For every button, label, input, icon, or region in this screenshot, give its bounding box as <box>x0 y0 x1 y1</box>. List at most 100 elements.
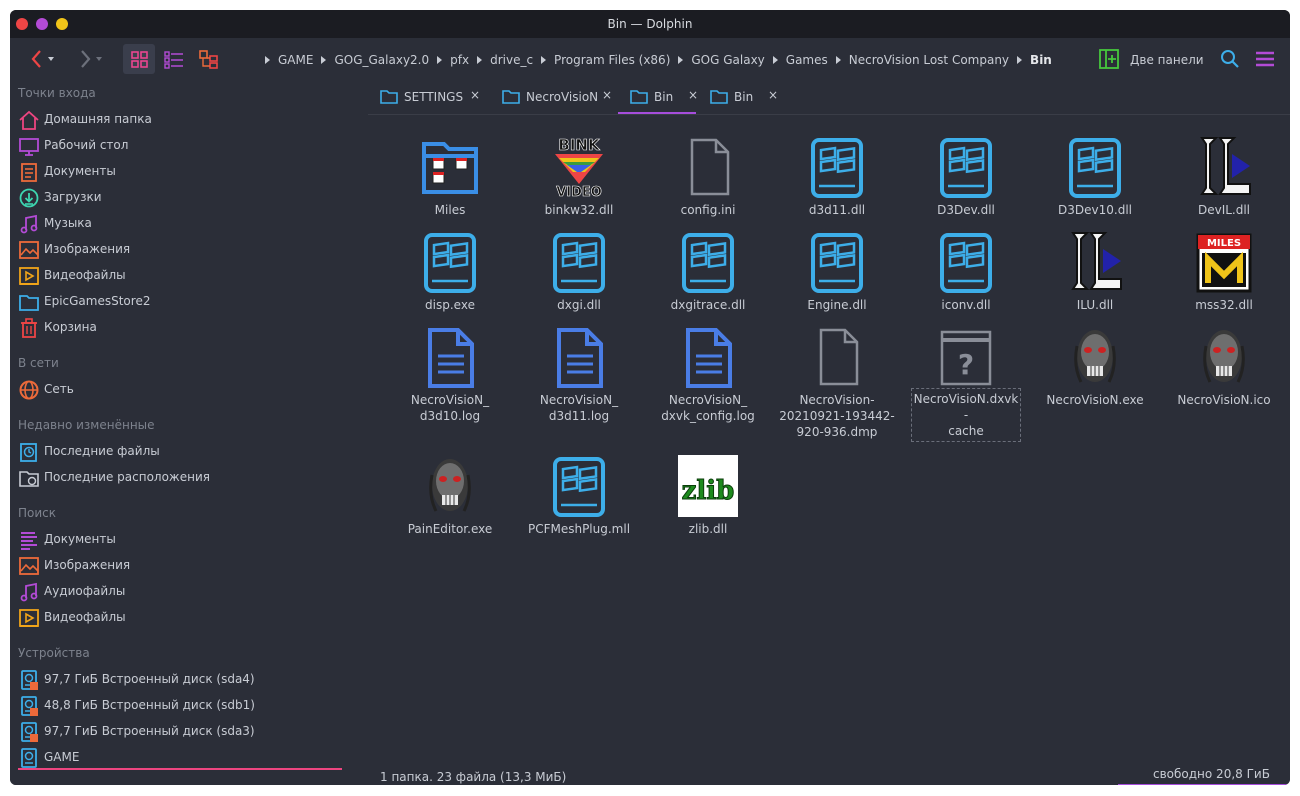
sidebar-item-places[interactable]: Рабочий стол <box>18 134 358 158</box>
tab-close-icon[interactable]: × <box>688 88 698 102</box>
breadcrumb-separator-icon[interactable] <box>437 55 443 64</box>
tab-label: NecroVisioN <box>526 90 599 104</box>
folder-icon <box>19 295 39 311</box>
unknown-file-icon: ? <box>940 330 992 386</box>
folder-icon <box>502 90 520 104</box>
split-view-icon[interactable] <box>1098 48 1120 70</box>
sidebar-item-search[interactable]: Изображения <box>18 554 358 578</box>
file-item[interactable]: NecroVisioN.exe <box>1035 316 1155 434</box>
hamburger-menu-icon[interactable] <box>1255 50 1275 68</box>
folder-icon <box>380 90 398 104</box>
search-icon[interactable] <box>1220 49 1240 69</box>
sidebar-item-devices[interactable]: 97,7 ГиБ Встроенный диск (sda4) <box>18 668 358 692</box>
file-name: mss32.dll <box>1195 298 1253 312</box>
sidebar-item-devices[interactable]: 48,8 ГиБ Встроенный диск (sdb1) <box>18 694 358 718</box>
details-view-button[interactable] <box>158 44 190 74</box>
breadcrumb-item[interactable]: NecroVision Lost Company <box>849 53 1009 67</box>
sidebar-item-places[interactable]: Изображения <box>18 238 358 262</box>
sidebar-item-places[interactable]: EpicGamesStore2 <box>18 290 358 314</box>
tab-bar: SETTINGS × NecroVisioN × Bin × Bin × <box>368 80 1290 115</box>
tab-close-icon[interactable]: × <box>470 88 480 102</box>
harddisk-icon <box>21 722 38 742</box>
file-item[interactable]: NecroVision- 20210921-193442- 920-936.dmp <box>777 316 897 439</box>
sidebar-item-recent[interactable]: Последние файлы <box>18 440 358 464</box>
breadcrumb-separator-icon[interactable] <box>772 55 778 64</box>
sidebar-item-search[interactable]: Аудиофайлы <box>18 580 358 604</box>
breadcrumb-separator-icon[interactable] <box>477 55 483 64</box>
sidebar-item-places[interactable]: Загрузки <box>18 186 358 210</box>
sidebar-item-search[interactable]: Видеофайлы <box>18 606 358 630</box>
breadcrumb-separator-icon[interactable] <box>321 55 327 64</box>
tab-inactive[interactable]: SETTINGS × <box>380 88 482 112</box>
tab-label: Bin <box>734 90 754 104</box>
file-item[interactable]: zlib zlib.dll <box>648 445 768 563</box>
breadcrumb-separator-icon[interactable] <box>678 55 684 64</box>
sidebar-item-devices[interactable]: GAME <box>18 746 358 770</box>
svg-text:MILES: MILES <box>1207 238 1241 249</box>
sidebar-item-label: Рабочий стол <box>44 138 129 152</box>
section-title-recent: Недавно изменённые <box>18 418 155 432</box>
sidebar-item-label: Видеофайлы <box>44 268 126 282</box>
breadcrumb-item[interactable]: GAME <box>278 53 313 67</box>
breadcrumb-item[interactable]: Games <box>786 53 828 67</box>
split-button-label[interactable]: Две панели <box>1130 53 1204 67</box>
icons-view-button[interactable] <box>123 44 155 74</box>
file-name: NecroVisioN.exe <box>1046 393 1144 407</box>
win-file-icon <box>553 457 605 517</box>
bink-file-icon: BINK VIDEO <box>555 136 603 198</box>
breadcrumb-item[interactable]: drive_c <box>490 53 533 67</box>
sidebar-item-devices[interactable]: 97,7 ГиБ Встроенный диск (sda3) <box>18 720 358 744</box>
breadcrumb-separator-icon[interactable] <box>835 55 841 64</box>
file-item[interactable]: PainEditor.exe <box>390 445 510 563</box>
breadcrumb-separator-icon[interactable] <box>541 55 547 64</box>
folder-file-icon <box>422 142 478 194</box>
sidebar-item-places[interactable]: Корзина <box>18 316 358 340</box>
win-file-icon <box>1069 138 1121 198</box>
tab-active[interactable]: Bin × <box>630 88 700 112</box>
file-item[interactable]: NecroVisioN_ dxvk_config.log <box>648 316 768 434</box>
file-item[interactable]: NecroVisioN_ d3d11.log <box>519 316 639 434</box>
sidebar-item-label: Последние файлы <box>44 444 160 458</box>
back-button[interactable] <box>24 44 56 74</box>
places-panel: Точки входа В сети Недавно изменённые По… <box>10 80 365 785</box>
downloads-icon <box>19 188 39 208</box>
recent-files-icon <box>20 443 37 462</box>
tree-view-icon <box>199 50 218 69</box>
file-name: NecroVisioN_ d3d10.log <box>410 393 490 423</box>
win-file-icon <box>940 138 992 198</box>
file-name: zlib.dll <box>688 522 728 536</box>
sidebar-item-places[interactable]: Музыка <box>18 212 358 236</box>
sidebar-item-label: Корзина <box>44 320 97 334</box>
window-title: Bin — Dolphin <box>607 17 693 31</box>
file-name: config.ini <box>680 203 736 217</box>
skull-file-icon <box>1074 330 1116 383</box>
tab-close-icon[interactable]: × <box>602 88 612 102</box>
breadcrumb-item[interactable]: Bin <box>1030 53 1052 67</box>
breadcrumb-item[interactable]: pfx <box>450 53 469 67</box>
forward-button[interactable] <box>74 44 106 74</box>
breadcrumb-item[interactable]: Program Files (x86) <box>554 53 670 67</box>
svg-text:zlib: zlib <box>682 476 735 506</box>
breadcrumb-separator-icon[interactable] <box>1017 55 1023 64</box>
breadcrumb-item[interactable]: GOG Galaxy <box>691 53 764 67</box>
sidebar-item-places[interactable]: Видеофайлы <box>18 264 358 288</box>
tab-inactive[interactable]: Bin × <box>710 88 780 112</box>
sidebar-item-network[interactable]: Сеть <box>18 378 358 402</box>
sidebar-item-places[interactable]: Домашняя папка <box>18 108 358 132</box>
breadcrumb-item[interactable]: GOG_Galaxy2.0 <box>334 53 429 67</box>
pictures-icon <box>19 241 39 259</box>
forward-arrow-icon <box>81 50 102 68</box>
sidebar-item-search[interactable]: Документы <box>18 528 358 552</box>
file-item[interactable]: ? NecroVisioN.dxvk-cache <box>906 316 1026 442</box>
file-item[interactable]: NecroVisioN_ d3d10.log <box>390 316 510 434</box>
file-item[interactable]: NecroVisioN.ico <box>1164 316 1284 434</box>
tab-inactive[interactable]: NecroVisioN × <box>502 88 614 112</box>
breadcrumb-separator-icon[interactable] <box>265 55 270 64</box>
sidebar-item-label: GAME <box>44 750 80 764</box>
file-item[interactable]: PCFMeshPlug.mll <box>519 445 639 563</box>
tree-view-button[interactable] <box>193 44 225 74</box>
tab-close-icon[interactable]: × <box>768 88 778 102</box>
sidebar-item-recent[interactable]: Последние расположения <box>18 466 358 490</box>
sidebar-item-places[interactable]: Документы <box>18 160 358 184</box>
tab-label: Bin <box>654 90 674 104</box>
